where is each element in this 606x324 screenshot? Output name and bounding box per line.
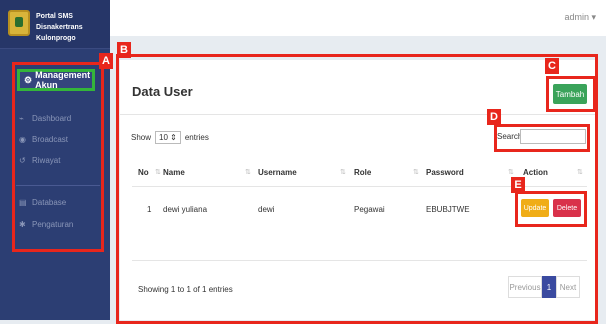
sidebar-item-label: Dashboard	[32, 114, 72, 123]
search-input[interactable]	[520, 129, 586, 144]
sidebar-item-riwayat[interactable]: ↺ Riwayat	[19, 156, 60, 165]
show-label: Show	[131, 133, 152, 142]
column-header-name[interactable]: Name	[163, 168, 185, 177]
table-bottom-divider	[132, 260, 587, 261]
sidebar-divider	[16, 185, 100, 186]
user-menu[interactable]: admin ▾	[564, 12, 596, 23]
cell-password: EBUBJTWE	[426, 205, 470, 214]
sidebar-item-label: Broadcast	[32, 135, 69, 144]
add-user-button[interactable]: Tambah	[553, 84, 587, 104]
top-bar: admin ▾	[110, 0, 606, 36]
settings-icon: ✱	[19, 220, 26, 229]
sidebar-item-database[interactable]: ▤ Database	[19, 198, 66, 207]
brand-title: Portal SMS Disnakertrans Kulonprogo	[36, 13, 83, 42]
annotation-label-d: D	[487, 109, 501, 125]
header-divider	[120, 114, 595, 115]
annotation-label-c: C	[545, 58, 559, 74]
entries-info: Showing 1 to 1 of 1 entries	[138, 285, 233, 294]
sidebar-item-broadcast[interactable]: ◉ Broadcast	[19, 135, 68, 144]
entries-select[interactable]: 10 ⇕	[155, 131, 181, 144]
column-header-role[interactable]: Role	[354, 168, 371, 177]
cell-name: dewi yuliana	[163, 205, 208, 214]
sidebar-item-management-akun[interactable]: ⚙ Management Akun	[17, 69, 95, 91]
pagination-previous[interactable]: Previous	[508, 276, 542, 298]
cell-role: Pegawai	[354, 205, 385, 214]
sidebar-item-label: Riwayat	[32, 156, 61, 165]
column-header-username[interactable]: Username	[258, 168, 297, 177]
update-button[interactable]: Update	[521, 199, 549, 217]
sort-icon: ⇅	[340, 169, 346, 176]
brand-header: Portal SMS Disnakertrans Kulonprogo	[0, 0, 110, 49]
sort-icon: ⇅	[508, 169, 514, 176]
broadcast-icon: ◉	[19, 135, 26, 144]
column-header-action[interactable]: Action	[523, 168, 548, 177]
sort-icon: ⇅	[577, 169, 583, 176]
annotation-label-e: E	[511, 177, 525, 193]
gear-icon: ⚙	[24, 74, 33, 85]
history-icon: ↺	[19, 156, 26, 165]
pagination-next[interactable]: Next	[556, 276, 580, 298]
delete-button[interactable]: Delete	[553, 199, 581, 217]
pagination-page-1[interactable]: 1	[542, 276, 556, 298]
column-header-no[interactable]: No	[138, 168, 149, 177]
sidebar-item-pengaturan[interactable]: ✱ Pengaturan	[19, 220, 73, 229]
entries-length-control: Show 10 ⇕ entries	[131, 131, 209, 144]
cell-no: 1	[147, 205, 152, 214]
chart-icon: ⌁	[19, 114, 24, 123]
sidebar-item-label: Pengaturan	[32, 220, 74, 229]
sidebar-item-label: Management Akun	[35, 70, 91, 90]
sidebar-item-dashboard[interactable]: ⌁ Dashboard	[19, 114, 71, 123]
annotation-label-b: B	[117, 42, 131, 58]
annotation-label-a: A	[99, 53, 113, 69]
sort-icon: ⇅	[245, 169, 251, 176]
sort-icon: ⇅	[413, 169, 419, 176]
page-title: Data User	[132, 84, 193, 99]
database-icon: ▤	[19, 198, 27, 207]
column-header-password[interactable]: Password	[426, 168, 464, 177]
entries-label: entries	[184, 133, 209, 142]
cell-username: dewi	[258, 205, 275, 214]
logo-icon	[8, 10, 30, 36]
sort-icon: ⇅	[155, 169, 161, 176]
sidebar-item-label: Database	[32, 198, 67, 207]
